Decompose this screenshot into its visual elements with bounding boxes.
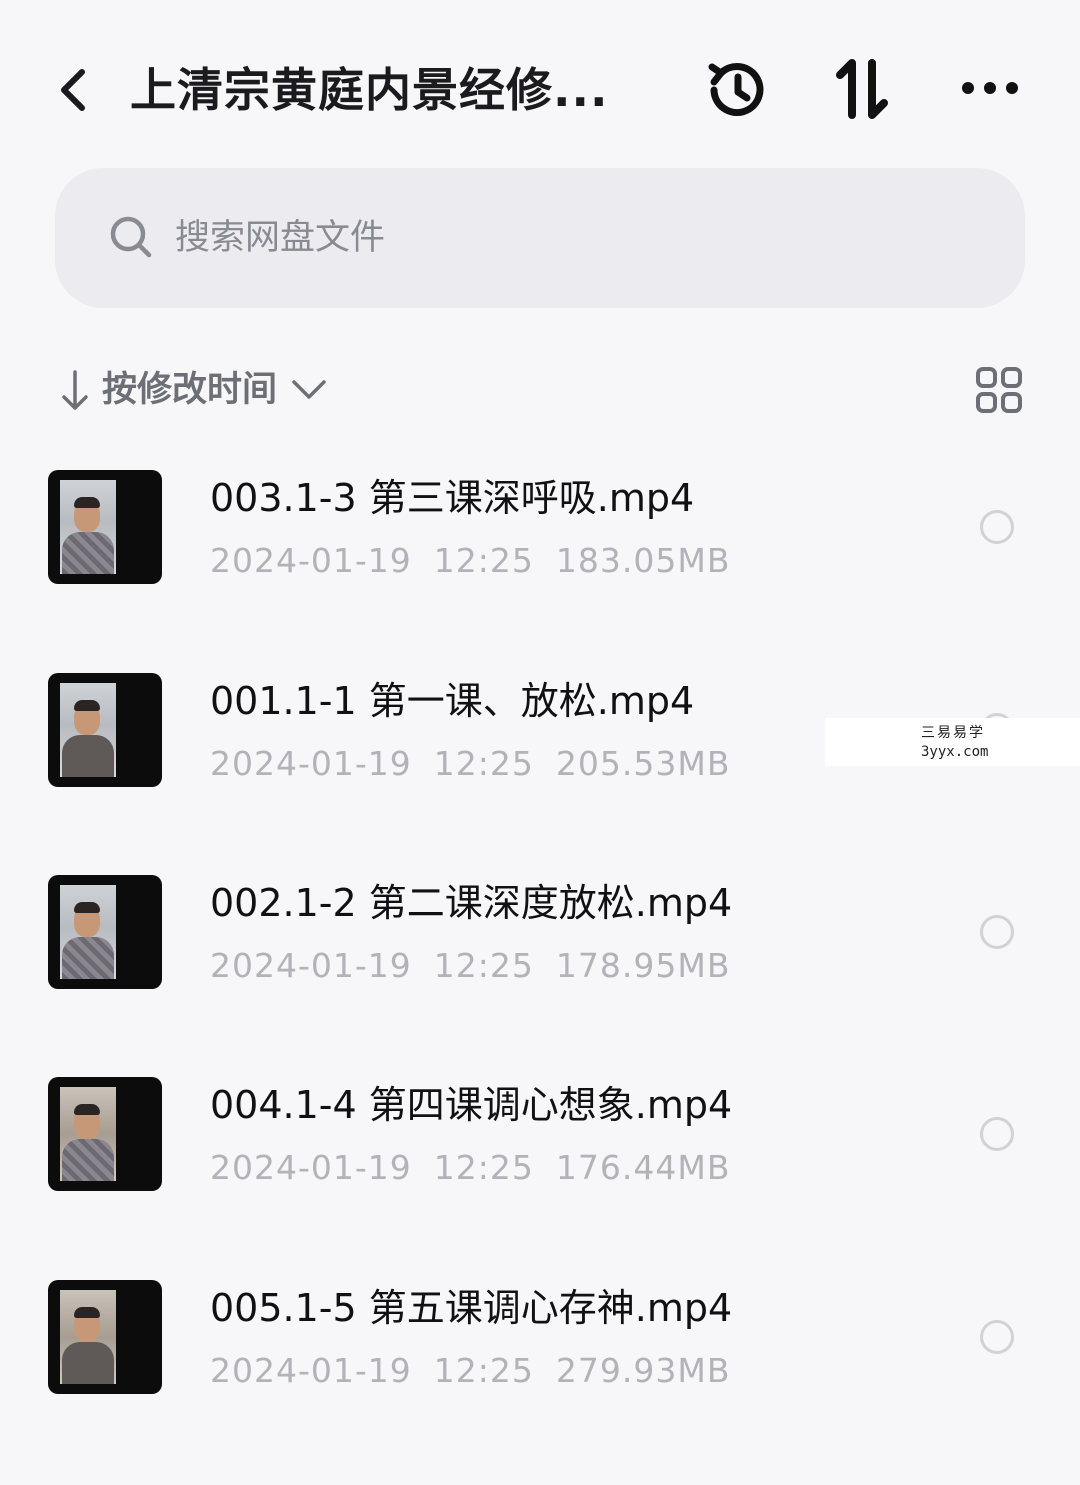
arrow-down-icon [62, 370, 88, 410]
file-size: 176.44MB [555, 1148, 731, 1187]
file-meta: 2024-01-19 12:25 183.05MB [210, 536, 752, 586]
file-name: 005.1-5 第五课调心存神.mp4 [210, 1286, 733, 1330]
file-date: 2024-01-19 [210, 946, 412, 985]
file-row[interactable]: 002.1-2 第二课深度放松.mp4 2024-01-19 12:25 178.9… [0, 845, 1080, 1025]
select-checkbox[interactable] [980, 1117, 1014, 1151]
select-checkbox[interactable] [980, 510, 1014, 544]
select-checkbox[interactable] [980, 915, 1014, 949]
search-icon [110, 216, 152, 258]
file-meta: 2024-01-19 12:25 279.93MB [210, 1346, 752, 1396]
file-time: 12:25 [433, 1148, 534, 1187]
video-thumbnail [48, 875, 162, 989]
history-icon [708, 63, 764, 117]
sort-order-button[interactable] [828, 55, 898, 125]
file-row[interactable]: 005.1-5 第五课调心存神.mp4 2024-01-19 12:25 279.9… [0, 1250, 1080, 1430]
file-size: 178.95MB [555, 946, 731, 985]
watermark-url: 3yyx.com [921, 744, 989, 760]
video-thumbnail [48, 1077, 162, 1191]
file-size: 205.53MB [555, 744, 731, 783]
file-meta: 2024-01-19 12:25 178.95MB [210, 941, 752, 991]
file-time: 12:25 [433, 744, 534, 783]
top-bar: 上清宗黄庭内景经修... [0, 0, 1080, 170]
watermark: 三易易学 3yyx.com [825, 718, 1080, 766]
file-row[interactable]: 003.1-3 第三课深呼吸.mp4 2024-01-19 12:25 183.05… [0, 440, 1080, 620]
file-name: 003.1-3 第三课深呼吸.mp4 [210, 476, 695, 520]
file-size: 279.93MB [555, 1351, 731, 1390]
file-name: 002.1-2 第二课深度放松.mp4 [210, 881, 733, 925]
select-checkbox[interactable] [980, 1320, 1014, 1354]
file-row[interactable]: 004.1-4 第四课调心想象.mp4 2024-01-19 12:25 176.4… [0, 1047, 1080, 1227]
watermark-text: 三易易学 [921, 725, 985, 741]
grid-view-icon [976, 367, 1022, 413]
more-button[interactable] [955, 55, 1025, 125]
file-time: 12:25 [433, 946, 534, 985]
history-button[interactable] [702, 55, 772, 125]
sort-arrows-icon [836, 59, 888, 119]
file-browser-screen: 上清宗黄庭内景经修... 搜索网盘文件 按修改时间 003.1-3 第三课深呼吸… [0, 0, 1080, 1485]
more-dots-icon [962, 82, 1018, 94]
file-meta: 2024-01-19 12:25 176.44MB [210, 1143, 752, 1193]
search-input[interactable] [175, 208, 775, 268]
chevron-down-icon [292, 380, 326, 399]
file-date: 2024-01-19 [210, 1351, 412, 1390]
file-meta: 2024-01-19 12:25 205.53MB [210, 739, 752, 789]
file-time: 12:25 [433, 541, 534, 580]
file-time: 12:25 [433, 1351, 534, 1390]
sort-selector[interactable]: 按修改时间 [58, 360, 358, 420]
file-date: 2024-01-19 [210, 744, 412, 783]
chevron-left-icon [61, 69, 85, 111]
file-date: 2024-01-19 [210, 541, 412, 580]
sort-label: 按修改时间 [102, 370, 278, 410]
file-date: 2024-01-19 [210, 1148, 412, 1187]
grid-view-button[interactable] [975, 366, 1023, 414]
file-name: 004.1-4 第四课调心想象.mp4 [210, 1083, 733, 1127]
video-thumbnail [48, 470, 162, 584]
video-thumbnail [48, 1280, 162, 1394]
back-button[interactable] [48, 60, 108, 120]
file-size: 183.05MB [555, 541, 731, 580]
video-thumbnail [48, 673, 162, 787]
file-name: 001.1-1 第一课、放松.mp4 [210, 679, 695, 723]
folder-title: 上清宗黄庭内景经修... [130, 63, 609, 117]
